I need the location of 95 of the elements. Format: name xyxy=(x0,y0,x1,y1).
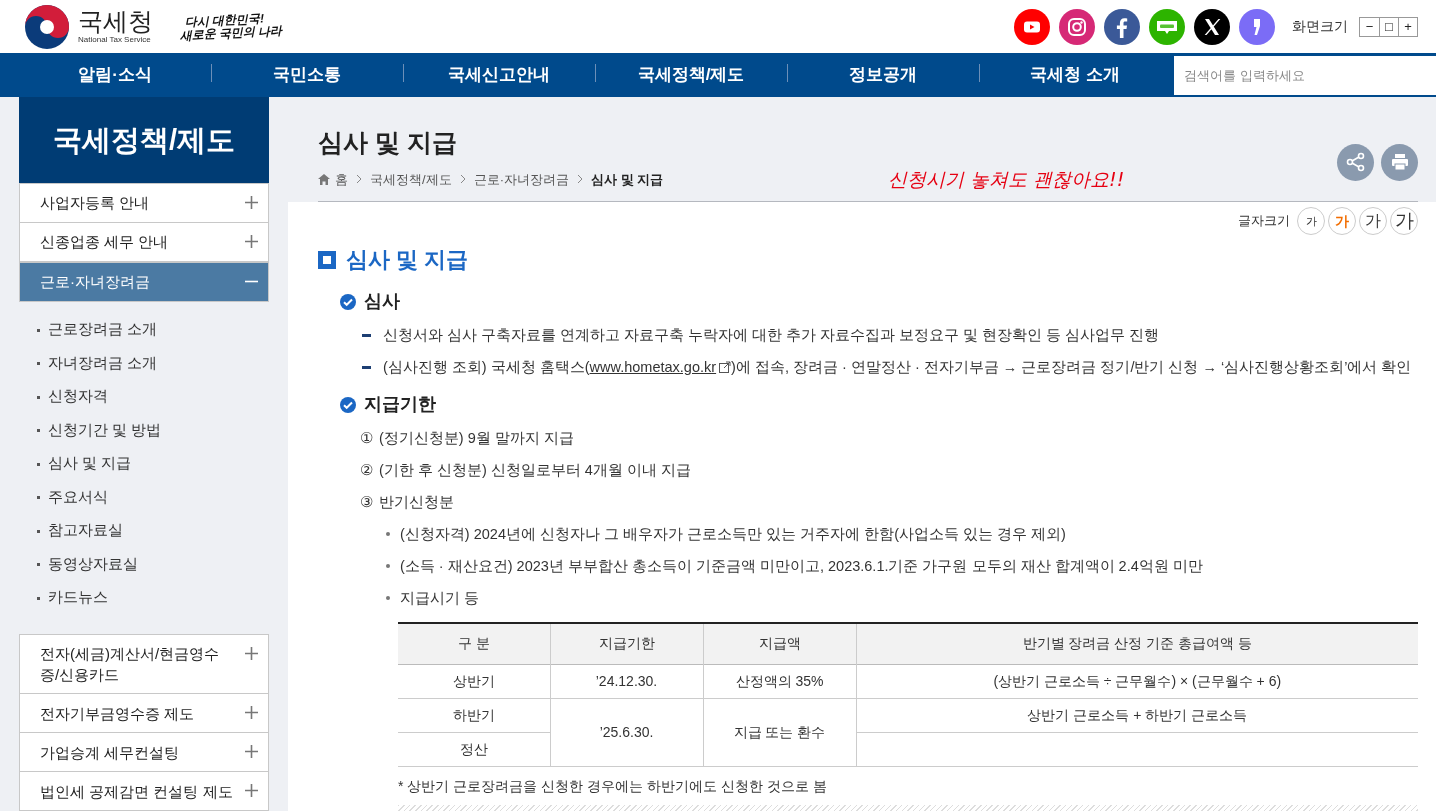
sidebar-item[interactable]: 법인세 공제감면 컨설팅 제도 xyxy=(19,771,269,811)
subsection-title: 심사 xyxy=(364,290,400,313)
nav-link[interactable]: 국세청 소개 xyxy=(1030,62,1120,88)
external-link-icon xyxy=(719,361,732,373)
nav-link[interactable]: 국세신고안내 xyxy=(448,62,550,88)
table-cell: ’25.6.30. xyxy=(550,698,703,766)
submenu-item[interactable]: 주요서식 xyxy=(37,481,269,515)
table-cell: 산정액의 35% xyxy=(703,664,856,698)
body-text: (정기신청분) 9월 말까지 지급 xyxy=(379,429,574,448)
share-icon xyxy=(1345,152,1366,173)
hometax-link[interactable]: www.hometax.go.kr xyxy=(589,357,732,377)
blog-link[interactable] xyxy=(1149,8,1185,45)
sidebar-item[interactable]: 가업승계 세무컨설팅 xyxy=(19,732,269,772)
submenu-item[interactable]: 동영상자료실 xyxy=(37,548,269,582)
table-cell: 상반기 xyxy=(398,664,550,698)
submenu-item[interactable]: 참고자료실 xyxy=(37,514,269,548)
youtube-link[interactable] xyxy=(1014,8,1050,45)
nav-link[interactable]: 정보공개 xyxy=(849,62,917,88)
facebook-link[interactable] xyxy=(1104,8,1140,45)
breadcrumb-link[interactable]: 국세정책/제도 xyxy=(370,169,452,189)
subsection-title: 지급기한 xyxy=(364,393,436,416)
number-marker: ② xyxy=(360,460,373,480)
chevron-icon xyxy=(356,174,362,185)
check-circle-icon xyxy=(340,396,356,413)
sidebar-title: 국세정책/제도 xyxy=(52,122,236,158)
table-cell: 지급 또는 환수 xyxy=(703,698,856,766)
chevron-icon xyxy=(459,174,466,185)
submenu-item[interactable]: 심사 및 지급 xyxy=(37,447,269,481)
facebook-icon xyxy=(1104,8,1140,45)
x-icon xyxy=(1194,8,1230,45)
column-header: 지급기한 xyxy=(550,623,703,664)
instagram-link[interactable] xyxy=(1059,8,1095,45)
youtube-icon xyxy=(1014,8,1050,45)
font-size-button[interactable]: 가 xyxy=(1297,207,1325,235)
nav-link[interactable]: 국민소통 xyxy=(273,62,341,88)
plus-icon xyxy=(245,745,258,758)
body-text: (기한 후 신청분) 신청일로부터 4개월 이내 지급 xyxy=(379,461,691,480)
plus-icon xyxy=(245,784,258,797)
share-button[interactable] xyxy=(1337,143,1374,181)
font-size-button[interactable]: 가 xyxy=(1359,207,1387,235)
instagram-icon xyxy=(1059,8,1095,45)
body-text: (소득 · 재산요건) 2023년 부부합산 총소득이 기준금액 미만이고, 2023.6.1.기준 가구원 모두의 재산 합계액이 2.4억원 미만 xyxy=(400,557,1203,576)
section-heading: 심사 및 지급 xyxy=(346,246,469,274)
plus-icon xyxy=(245,195,258,209)
column-header: 구 분 xyxy=(398,623,550,664)
print-icon xyxy=(1390,153,1409,172)
nav-link[interactable]: 국세정책/제도 xyxy=(637,62,745,88)
column-header: 지급액 xyxy=(703,623,856,664)
sidebar-item[interactable]: 사업자등록 안내 xyxy=(19,182,269,223)
font-size-label: 글자크기 xyxy=(1238,212,1290,231)
table-cell: 상반기 근로소득 + 하반기 근로소득 xyxy=(856,698,1418,732)
logo-name: 국세청 xyxy=(78,9,153,34)
promo-text: 신청시기 놓쳐도 괜찮아요!! xyxy=(888,167,1125,192)
plus-icon xyxy=(245,647,258,660)
x-link[interactable] xyxy=(1194,8,1230,45)
home-icon xyxy=(318,173,330,185)
plus-icon xyxy=(245,706,258,719)
breadcrumb-link[interactable]: 홈 xyxy=(318,169,348,189)
print-button[interactable] xyxy=(1381,143,1418,181)
submenu-item[interactable]: 자녀장려금 소개 xyxy=(37,347,269,381)
search-field[interactable]: 검색어를 입력하세요 xyxy=(1174,55,1436,95)
table-cell: ’24.12.30. xyxy=(550,664,703,698)
table-cell: 정산 xyxy=(398,732,550,766)
breadcrumb-link[interactable]: 근로·자녀장려금 xyxy=(473,169,569,189)
number-marker: ③ xyxy=(360,492,373,512)
column-header: 반기별 장려금 산정 기준 총급여액 등 xyxy=(856,623,1418,664)
square-bullet-icon xyxy=(318,250,336,269)
font-size-button[interactable]: 가 xyxy=(1390,207,1418,235)
body-text: (신청자격) 2024년에 신청자나 그 배우자가 근로소득만 있는 거주자에 한함(사업소득 있는 경우 제외) xyxy=(400,525,1066,544)
plus-icon xyxy=(245,234,258,248)
sidebar-item[interactable]: 근로·자녀장려금 xyxy=(19,261,269,302)
screen-size-label: 화면크기 xyxy=(1292,17,1348,36)
chevron-icon xyxy=(576,174,583,185)
submenu-item[interactable]: 근로장려금 소개 xyxy=(37,313,269,347)
submenu-item[interactable]: 신청기간 및 방법 xyxy=(37,414,269,448)
nav-link[interactable]: 알림·소식 xyxy=(78,62,152,88)
sidebar-item[interactable]: 전자기부금영수증 제도 xyxy=(19,693,269,733)
table-cell: (상반기 근로소득 ÷ 근무월수) × (근무월수 + 6) xyxy=(856,664,1418,698)
sidebar-item[interactable]: 신종업종 세무 안내 xyxy=(19,221,269,262)
number-marker: ① xyxy=(360,428,373,448)
check-circle-icon xyxy=(340,293,356,310)
breadcrumb-link[interactable]: 심사 및 지급 xyxy=(590,169,664,189)
blog-icon xyxy=(1149,8,1185,45)
table-cell: 하반기 xyxy=(398,698,550,732)
emblem-icon xyxy=(24,3,70,50)
submenu-item[interactable]: 신청자격 xyxy=(37,380,269,414)
page-title: 심사 및 지급 xyxy=(318,126,457,158)
body-text: 지급시기 등 xyxy=(400,589,480,608)
logo-subtitle: National Tax Service xyxy=(78,36,152,44)
sidebar-item[interactable]: 전자(세금)계산서/현금영수증/신용카드 xyxy=(19,634,269,694)
footnote: * 상반기 근로장려금을 신청한 경우에는 하반기에도 신청한 것으로 봄 xyxy=(398,776,828,796)
submenu-item[interactable]: 카드뉴스 xyxy=(37,581,269,615)
body-text: 신청서와 심사 구축자료를 연계하고 자료구축 누락자에 대한 추가 자료수집과 보정요구 및 현장확인 등 심사업무 진행 xyxy=(383,326,1160,345)
body-text: (심사진행 조회) 국세청 홈택스(www.hometax.go.kr )에 접속, 장려금 · 연말정산 · 전자기부금 → 근로장려금 정기/반기 신청 → ‘심사진행상황조회’에서 확인 xyxy=(383,357,1412,377)
body-text: 반기신청분 xyxy=(379,493,454,512)
